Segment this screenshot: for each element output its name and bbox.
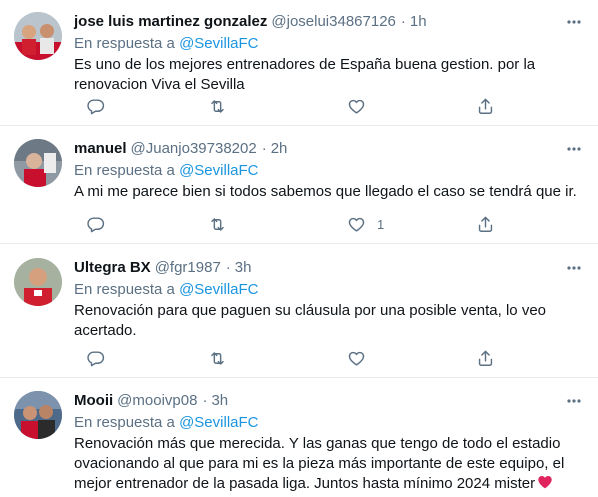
retweet-button[interactable] (208, 97, 227, 116)
tweet-header: Mooii @mooivp08 · 3h (74, 391, 582, 411)
separator-dot: · (225, 259, 231, 276)
like-button[interactable]: 1 (347, 215, 384, 234)
tweet-actions: 1 (74, 214, 598, 234)
timestamp[interactable]: 1h (410, 12, 427, 32)
heart-icon (348, 217, 365, 232)
tweet-text: Renovación para que paguen su cláusula p… (74, 302, 547, 339)
more-options-button[interactable] (564, 139, 584, 159)
reply-button[interactable] (86, 97, 105, 116)
reply-icon (87, 216, 105, 232)
more-icon (567, 399, 581, 403)
display-name[interactable]: manuel (74, 139, 127, 159)
retweet-icon (211, 217, 224, 231)
tweet-text: A mi me parece bien si todos sabemos que… (74, 183, 577, 200)
tweet[interactable]: Mooii @mooivp08 · 3h En respuesta a @Sev… (0, 378, 598, 497)
like-button[interactable] (347, 97, 377, 116)
reply-button[interactable] (86, 349, 105, 368)
reply-context: En respuesta a @SevillaFC (74, 34, 582, 54)
display-name[interactable]: jose luis martinez gonzalez (74, 12, 267, 32)
more-options-button[interactable] (564, 12, 584, 32)
reply-prefix: En respuesta a (74, 162, 175, 179)
more-options-button[interactable] (564, 258, 584, 278)
like-count: 1 (377, 216, 385, 232)
reply-prefix: En respuesta a (74, 35, 175, 52)
tweet-feed: jose luis martinez gonzalez @joselui3486… (0, 0, 598, 497)
heart-emoji-icon (538, 475, 552, 489)
display-name[interactable]: Ultegra BX (74, 258, 151, 278)
tweet-header: jose luis martinez gonzalez @joselui3486… (74, 12, 582, 32)
timestamp[interactable]: 3h (211, 391, 228, 411)
timestamp[interactable]: 2h (271, 139, 288, 159)
share-icon (478, 216, 493, 232)
tweet-actions (74, 348, 598, 368)
more-icon (567, 266, 581, 270)
retweet-icon (211, 99, 224, 113)
share-button[interactable] (476, 97, 495, 116)
timestamp[interactable]: 3h (235, 258, 252, 278)
reply-context: En respuesta a @SevillaFC (74, 280, 582, 300)
reply-button[interactable] (86, 215, 105, 234)
reply-icon (87, 98, 105, 114)
tweet-text-container: Renovación más que merecida. Y las ganas… (74, 434, 582, 494)
tweet-text: Renovación más que merecida. Y las ganas… (74, 435, 565, 492)
reply-context: En respuesta a @SevillaFC (74, 413, 582, 433)
tweet-text: Es uno de los mejores entrenadores de Es… (74, 56, 536, 93)
display-name[interactable]: Mooii (74, 391, 113, 411)
more-options-button[interactable] (564, 391, 584, 411)
reply-context: En respuesta a @SevillaFC (74, 161, 582, 181)
avatar[interactable] (14, 139, 62, 187)
user-handle[interactable]: @mooivp08 (117, 391, 197, 411)
tweet[interactable]: manuel @Juanjo39738202 · 2h En respuesta… (0, 126, 598, 244)
reply-icon (87, 350, 105, 366)
heart-icon (348, 99, 365, 114)
reply-mention-link[interactable]: @SevillaFC (179, 281, 258, 298)
avatar[interactable] (14, 12, 62, 60)
tweet-actions (74, 96, 598, 116)
more-icon (567, 20, 581, 24)
retweet-button[interactable] (208, 349, 227, 368)
separator-dot: · (400, 13, 406, 30)
heart-icon (348, 351, 365, 366)
reply-prefix: En respuesta a (74, 281, 175, 298)
share-button[interactable] (476, 215, 495, 234)
retweet-button[interactable] (208, 215, 227, 234)
reply-mention-link[interactable]: @SevillaFC (179, 414, 258, 431)
reply-mention-link[interactable]: @SevillaFC (179, 162, 258, 179)
tweet-header: manuel @Juanjo39738202 · 2h (74, 139, 582, 159)
tweet[interactable]: Ultegra BX @fgr1987 · 3h En respuesta a … (0, 244, 598, 378)
user-handle[interactable]: @fgr1987 (155, 258, 221, 278)
user-handle[interactable]: @Juanjo39738202 (131, 139, 257, 159)
share-icon (478, 350, 493, 366)
separator-dot: · (261, 140, 267, 157)
avatar[interactable] (14, 258, 62, 306)
retweet-icon (211, 351, 224, 365)
tweet[interactable]: jose luis martinez gonzalez @joselui3486… (0, 0, 598, 126)
avatar[interactable] (14, 391, 62, 439)
user-handle[interactable]: @joselui34867126 (271, 12, 396, 32)
more-icon (567, 147, 581, 151)
share-icon (478, 98, 493, 114)
tweet-header: Ultegra BX @fgr1987 · 3h (74, 258, 582, 278)
reply-mention-link[interactable]: @SevillaFC (179, 35, 258, 52)
reply-prefix: En respuesta a (74, 414, 175, 431)
separator-dot: · (202, 392, 208, 409)
like-button[interactable] (347, 349, 377, 368)
share-button[interactable] (476, 349, 495, 368)
